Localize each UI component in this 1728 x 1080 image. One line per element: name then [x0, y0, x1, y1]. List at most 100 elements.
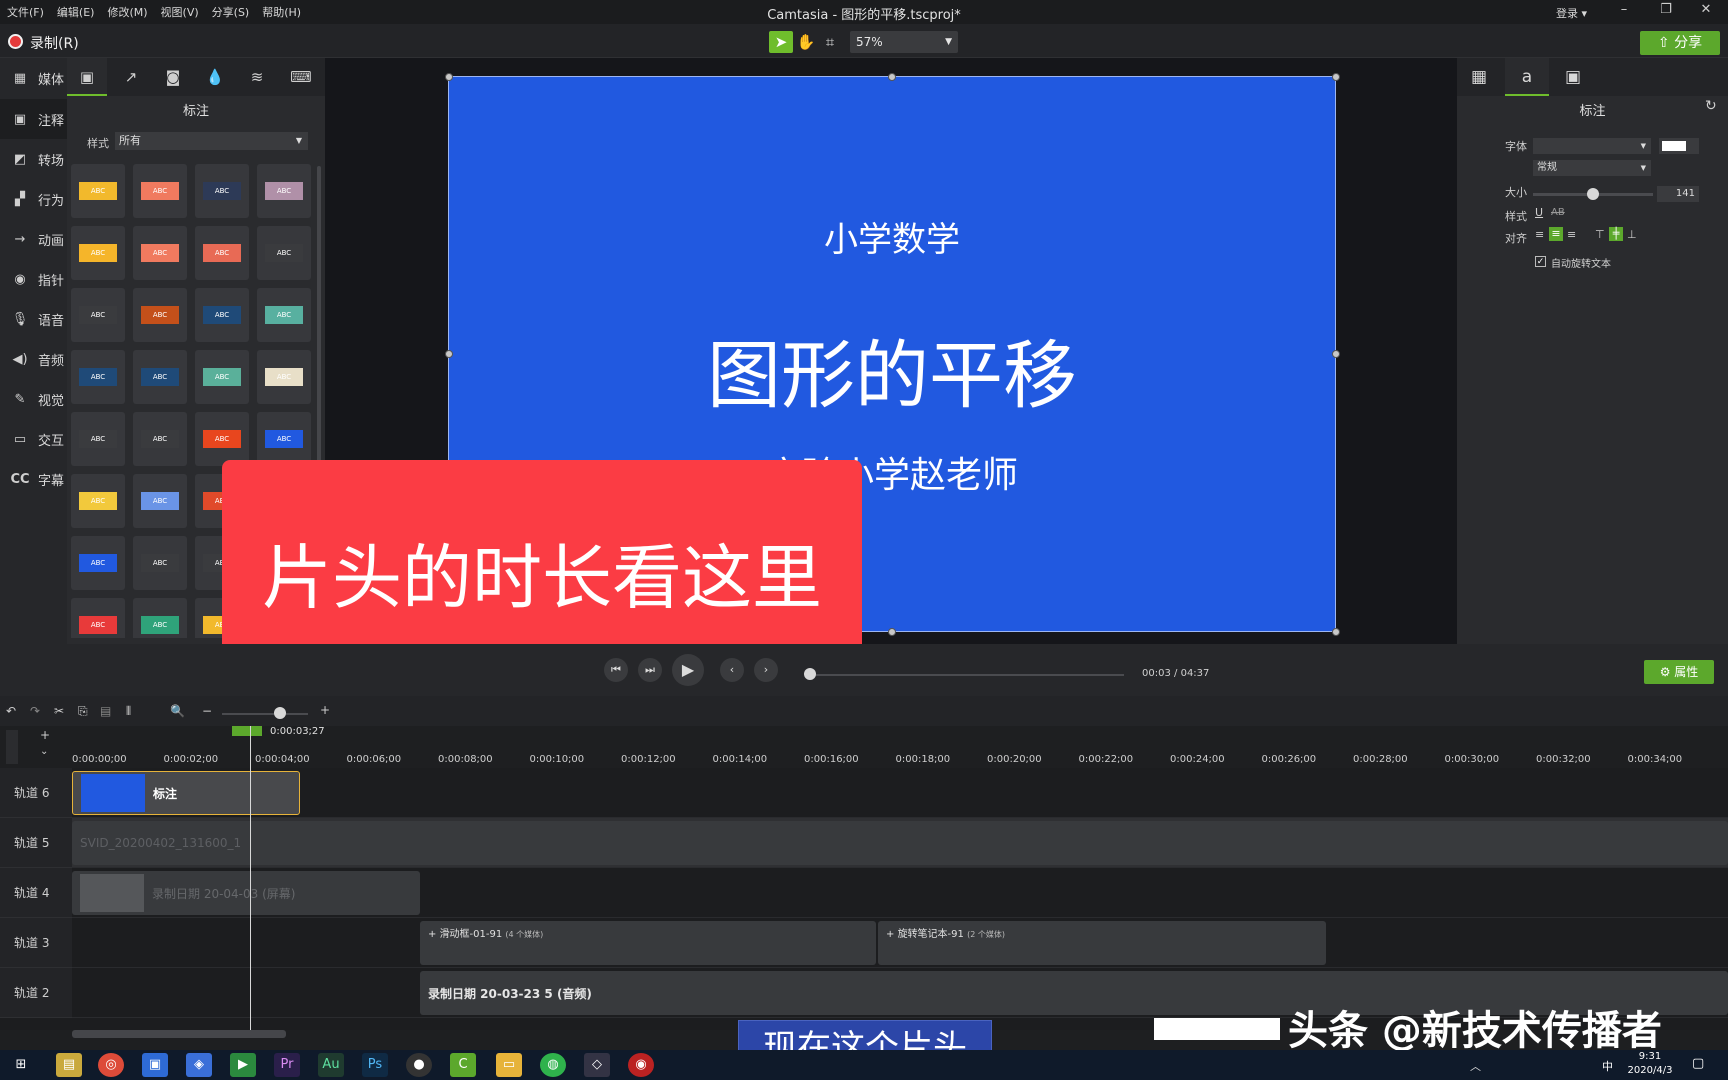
restore-button[interactable]: ❐: [1648, 2, 1684, 22]
align-bottom-icon[interactable]: ⊥: [1627, 228, 1637, 241]
auto-rotate-checkbox[interactable]: ✓: [1535, 256, 1546, 267]
record-button[interactable]: 录制(R): [30, 33, 79, 53]
shape-tab-icon[interactable]: ◙: [153, 58, 193, 96]
timeline-zoom-track[interactable]: [222, 713, 308, 715]
record-app-icon[interactable]: ◉: [628, 1053, 654, 1077]
scrub-thumb[interactable]: [804, 668, 816, 680]
nav-item-cursor[interactable]: ◉ 指针: [0, 259, 67, 299]
windows-start-icon[interactable]: ⊞: [8, 1053, 34, 1077]
ime-indicator[interactable]: 中: [1602, 1058, 1613, 1074]
callout-thumbnail[interactable]: ABC: [257, 164, 311, 218]
record-icon[interactable]: [8, 34, 23, 49]
next-clip-icon[interactable]: ›: [754, 658, 778, 682]
callout-thumbnail[interactable]: ABC: [133, 350, 187, 404]
close-button[interactable]: ✕: [1688, 2, 1724, 22]
callout-thumbnail[interactable]: ABC: [71, 412, 125, 466]
callout-thumbnail[interactable]: ABC: [133, 474, 187, 528]
playhead-marker[interactable]: [232, 726, 262, 736]
resize-handle[interactable]: [1332, 628, 1340, 636]
blur-tab-icon[interactable]: 💧: [195, 58, 235, 96]
step-back-icon[interactable]: ⏮: [604, 658, 628, 682]
callout-thumbnail[interactable]: ABC: [71, 536, 125, 590]
tray-chevron-icon[interactable]: ︿: [1470, 1058, 1481, 1074]
callout-thumbnail[interactable]: ABC: [257, 412, 311, 466]
callout-thumbnail[interactable]: ABC: [71, 474, 125, 528]
add-track-icon[interactable]: +: [40, 728, 50, 742]
select-tool-icon[interactable]: ➤: [769, 31, 793, 53]
align-middle-icon[interactable]: ╪: [1609, 227, 1623, 241]
annotation-properties-tab-icon[interactable]: ▣: [1551, 58, 1595, 96]
align-right-icon[interactable]: ≡: [1567, 228, 1576, 241]
nav-item-annotations[interactable]: ▣ 注释: [0, 99, 67, 139]
timeline-ruler[interactable]: + ⌄ 0:00:03;27 0:00:00;00 0:00:02;00 0:00:…: [0, 726, 1728, 768]
callout-thumbnail[interactable]: ABC: [195, 164, 249, 218]
align-top-icon[interactable]: ⊤: [1595, 228, 1605, 241]
nav-item-transitions[interactable]: ◩ 转场: [0, 139, 67, 179]
callout-thumbnail[interactable]: ABC: [71, 598, 125, 638]
font-color-picker[interactable]: [1659, 138, 1699, 154]
split-icon[interactable]: ⫴: [126, 704, 131, 719]
notes-app-icon[interactable]: ▤: [56, 1053, 82, 1077]
underline-icon[interactable]: U: [1535, 206, 1543, 219]
clock-time[interactable]: 9:31: [1620, 1051, 1680, 1062]
zoom-search-icon[interactable]: 🔍: [170, 704, 185, 718]
notification-icon[interactable]: ▢: [1692, 1056, 1704, 1071]
callout-thumbnail[interactable]: ABC: [133, 536, 187, 590]
nav-item-media[interactable]: ▦ 媒体: [0, 58, 67, 98]
nav-item-behaviors[interactable]: ▞ 行为: [0, 179, 67, 219]
callout-thumbnail[interactable]: ABC: [257, 226, 311, 280]
wechat-icon[interactable]: ◍: [540, 1053, 566, 1077]
properties-button[interactable]: ⚙ 属性: [1644, 660, 1714, 684]
font-style-select[interactable]: 常规 ▼: [1533, 160, 1651, 176]
resize-handle[interactable]: [888, 73, 896, 81]
pan-tool-icon[interactable]: ✋: [794, 31, 818, 53]
style-select[interactable]: 所有 ▼: [115, 132, 308, 150]
callout-thumbnail[interactable]: ABC: [195, 226, 249, 280]
callout-tab-icon[interactable]: ▣: [67, 58, 107, 96]
callout-thumbnail[interactable]: ABC: [133, 288, 187, 342]
nav-item-visual[interactable]: ✎ 视觉: [0, 379, 67, 419]
size-input[interactable]: 141: [1657, 186, 1699, 202]
zoom-out-icon[interactable]: −: [202, 704, 212, 718]
camtasia-icon[interactable]: C: [450, 1053, 476, 1077]
nav-item-interactive[interactable]: ▭ 交互: [0, 419, 67, 459]
step-forward-icon[interactable]: ⏭: [638, 658, 662, 682]
callout-thumbnail[interactable]: ABC: [195, 412, 249, 466]
timeline-zoom-thumb[interactable]: [274, 707, 286, 719]
annotation-clip[interactable]: 标注: [72, 771, 300, 815]
resize-handle[interactable]: [445, 73, 453, 81]
keystroke-tab-icon[interactable]: ⌨: [281, 58, 321, 96]
nav-item-captions[interactable]: CC 字幕: [0, 459, 67, 499]
callout-thumbnail[interactable]: ABC: [133, 412, 187, 466]
clock-date[interactable]: 2020/4/3: [1620, 1065, 1680, 1076]
text-properties-tab-icon[interactable]: a: [1505, 58, 1549, 96]
play-icon[interactable]: ▶: [672, 654, 704, 686]
callout-thumbnail[interactable]: ABC: [71, 350, 125, 404]
nav-item-audio[interactable]: ◀) 音频: [0, 339, 67, 379]
save-app-icon[interactable]: ▣: [142, 1053, 168, 1077]
callout-thumbnail[interactable]: ABC: [71, 164, 125, 218]
audition-icon[interactable]: Au: [318, 1053, 344, 1077]
crop-tool-icon[interactable]: ⌗: [818, 31, 842, 53]
shield-app-icon[interactable]: ◈: [186, 1053, 212, 1077]
login-button[interactable]: 登录 ▾: [1556, 5, 1587, 21]
tox-icon[interactable]: ◇: [584, 1053, 610, 1077]
chrome-icon[interactable]: ◎: [98, 1053, 124, 1077]
callout-thumbnail[interactable]: ABC: [133, 164, 187, 218]
scrub-track[interactable]: [806, 674, 1124, 676]
callout-thumbnail[interactable]: ABC: [133, 226, 187, 280]
group-clip-notebook[interactable]: + 旋转笔记本-91 (2 个媒体): [878, 921, 1326, 965]
sketch-tab-icon[interactable]: ≋: [237, 58, 277, 96]
file-explorer-icon[interactable]: ▭: [496, 1053, 522, 1077]
strikethrough-icon[interactable]: AB: [1551, 207, 1565, 218]
font-select[interactable]: ▼: [1533, 138, 1651, 154]
callout-thumbnail[interactable]: ABC: [71, 226, 125, 280]
collapse-tracks-icon[interactable]: ⌄: [40, 746, 48, 757]
reset-icon[interactable]: ↻: [1705, 98, 1717, 114]
size-slider-thumb[interactable]: [1587, 188, 1599, 200]
previous-clip-icon[interactable]: ‹: [720, 658, 744, 682]
redo-icon[interactable]: ↷: [30, 704, 40, 718]
callout-thumbnail[interactable]: ABC: [195, 288, 249, 342]
callout-thumbnail[interactable]: ABC: [257, 350, 311, 404]
callout-thumbnail[interactable]: ABC: [71, 288, 125, 342]
